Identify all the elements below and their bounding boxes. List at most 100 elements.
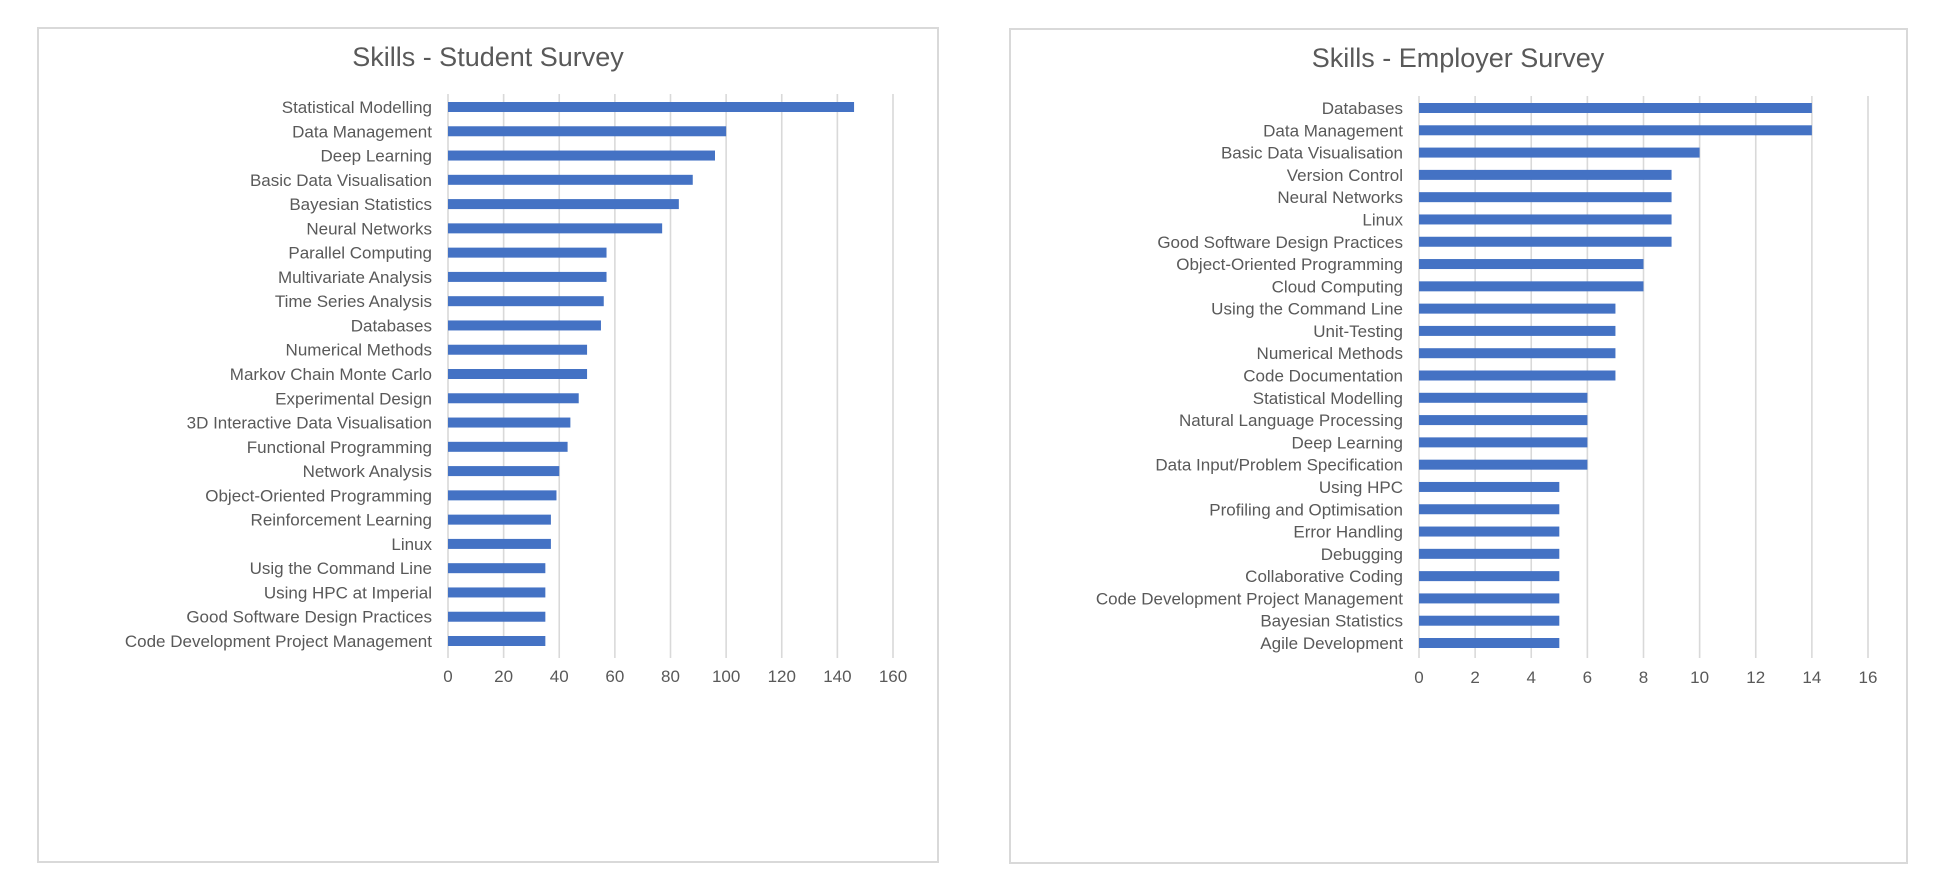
category-label: Databases xyxy=(1322,99,1403,118)
category-label: Code Development Project Management xyxy=(1096,589,1403,608)
bar xyxy=(448,369,588,379)
charts-canvas: Skills - Student Survey Statistical Mode… xyxy=(125,42,1878,687)
x-tick-label: 10 xyxy=(1690,668,1709,687)
category-label: Deep Learning xyxy=(320,147,432,166)
category-label: Code Development Project Management xyxy=(125,632,432,651)
category-label: Using HPC xyxy=(1319,478,1403,497)
bar xyxy=(448,466,560,477)
category-label: Neural Networks xyxy=(1277,188,1403,207)
category-label: Linux xyxy=(1362,210,1403,229)
category-label: Data Management xyxy=(1263,121,1403,140)
category-label: Network Analysis xyxy=(303,462,432,481)
category-label: Version Control xyxy=(1287,166,1403,185)
bar xyxy=(448,102,855,112)
bar xyxy=(448,393,579,404)
category-label: Neural Networks xyxy=(306,219,432,238)
category-label: Code Documentation xyxy=(1243,367,1403,386)
bar xyxy=(448,174,693,185)
category-label: Usig the Command Line xyxy=(250,559,432,578)
bar xyxy=(448,223,663,234)
bar xyxy=(448,417,571,428)
category-label: Natural Language Processing xyxy=(1179,411,1403,430)
bar xyxy=(448,514,551,525)
category-label: Deep Learning xyxy=(1291,433,1403,452)
bar xyxy=(1419,236,1672,247)
bar xyxy=(448,344,588,355)
x-tick-label: 40 xyxy=(550,667,569,686)
bar xyxy=(1419,481,1560,492)
category-label: Statistical Modelling xyxy=(1253,389,1403,408)
x-tick-label: 16 xyxy=(1859,668,1878,687)
x-tick-label: 0 xyxy=(1414,668,1423,687)
x-tick-label: 160 xyxy=(879,667,907,686)
category-label: Using the Command Line xyxy=(1211,300,1403,319)
category-label: Markov Chain Monte Carlo xyxy=(230,365,432,384)
category-label: Cloud Computing xyxy=(1272,277,1403,296)
bars-employer xyxy=(1419,103,1812,648)
bar xyxy=(1419,392,1588,403)
category-label: Agile Development xyxy=(1260,634,1403,653)
x-tick-label: 140 xyxy=(823,667,851,686)
bar xyxy=(1419,526,1560,537)
bar xyxy=(1419,281,1644,292)
x-tick-label: 8 xyxy=(1639,668,1648,687)
bar xyxy=(448,271,607,282)
category-label: Parallel Computing xyxy=(288,244,432,263)
category-label: Numerical Methods xyxy=(286,341,432,360)
category-label: Numerical Methods xyxy=(1257,344,1403,363)
bar xyxy=(1419,459,1588,470)
bar xyxy=(1419,437,1588,448)
bar xyxy=(448,126,727,137)
bar xyxy=(1419,125,1812,136)
chart-title-student: Skills - Student Survey xyxy=(352,42,624,72)
bar xyxy=(1419,214,1672,225)
category-label: Unit-Testing xyxy=(1313,322,1403,341)
bar xyxy=(1419,504,1560,515)
bar xyxy=(1419,169,1672,180)
x-tick-label: 120 xyxy=(768,667,796,686)
category-label: Basic Data Visualisation xyxy=(1221,144,1403,163)
student-survey-chart: Skills - Student Survey Statistical Mode… xyxy=(125,42,907,686)
bar xyxy=(448,320,601,331)
x-tick-label: 4 xyxy=(1527,668,1536,687)
category-label: Profiling and Optimisation xyxy=(1209,500,1403,519)
category-label: Error Handling xyxy=(1293,523,1403,542)
bar xyxy=(448,611,546,622)
category-label: Data Input/Problem Specification xyxy=(1155,456,1403,475)
x-tick-label: 20 xyxy=(494,667,513,686)
bar xyxy=(1419,548,1560,559)
category-label: Collaborative Coding xyxy=(1245,567,1403,586)
category-label: Bayesian Statistics xyxy=(1260,612,1403,631)
bar xyxy=(448,636,546,646)
category-label: Object-Oriented Programming xyxy=(1176,255,1403,274)
x-tick-label: 6 xyxy=(1583,668,1592,687)
bar xyxy=(448,563,546,574)
x-tick-label: 80 xyxy=(661,667,680,686)
category-label: Databases xyxy=(351,316,432,335)
bar xyxy=(1419,103,1812,113)
bar xyxy=(1419,638,1560,648)
category-label: Basic Data Visualisation xyxy=(250,171,432,190)
x-tick-label: 100 xyxy=(712,667,740,686)
employer-survey-chart: Skills - Employer Survey Databases Data M… xyxy=(1096,43,1878,687)
bar xyxy=(448,199,679,210)
bar xyxy=(1419,325,1616,336)
bar xyxy=(1419,615,1560,626)
bar xyxy=(448,247,607,258)
bar xyxy=(448,538,551,549)
category-label: Using HPC at Imperial xyxy=(264,583,432,602)
bar xyxy=(1419,415,1588,426)
category-label: Time Series Analysis xyxy=(275,292,432,311)
bar xyxy=(448,296,604,307)
chart-title-employer: Skills - Employer Survey xyxy=(1312,43,1605,73)
x-tick-label: 0 xyxy=(443,667,452,686)
bar xyxy=(448,150,715,161)
x-tick-label: 12 xyxy=(1746,668,1765,687)
bar xyxy=(448,441,568,452)
bar xyxy=(1419,370,1616,381)
bar xyxy=(1419,303,1616,314)
category-label: Good Software Design Practices xyxy=(1157,233,1403,252)
category-label: Experimental Design xyxy=(275,389,432,408)
bar xyxy=(448,587,546,598)
bar xyxy=(1419,259,1644,270)
